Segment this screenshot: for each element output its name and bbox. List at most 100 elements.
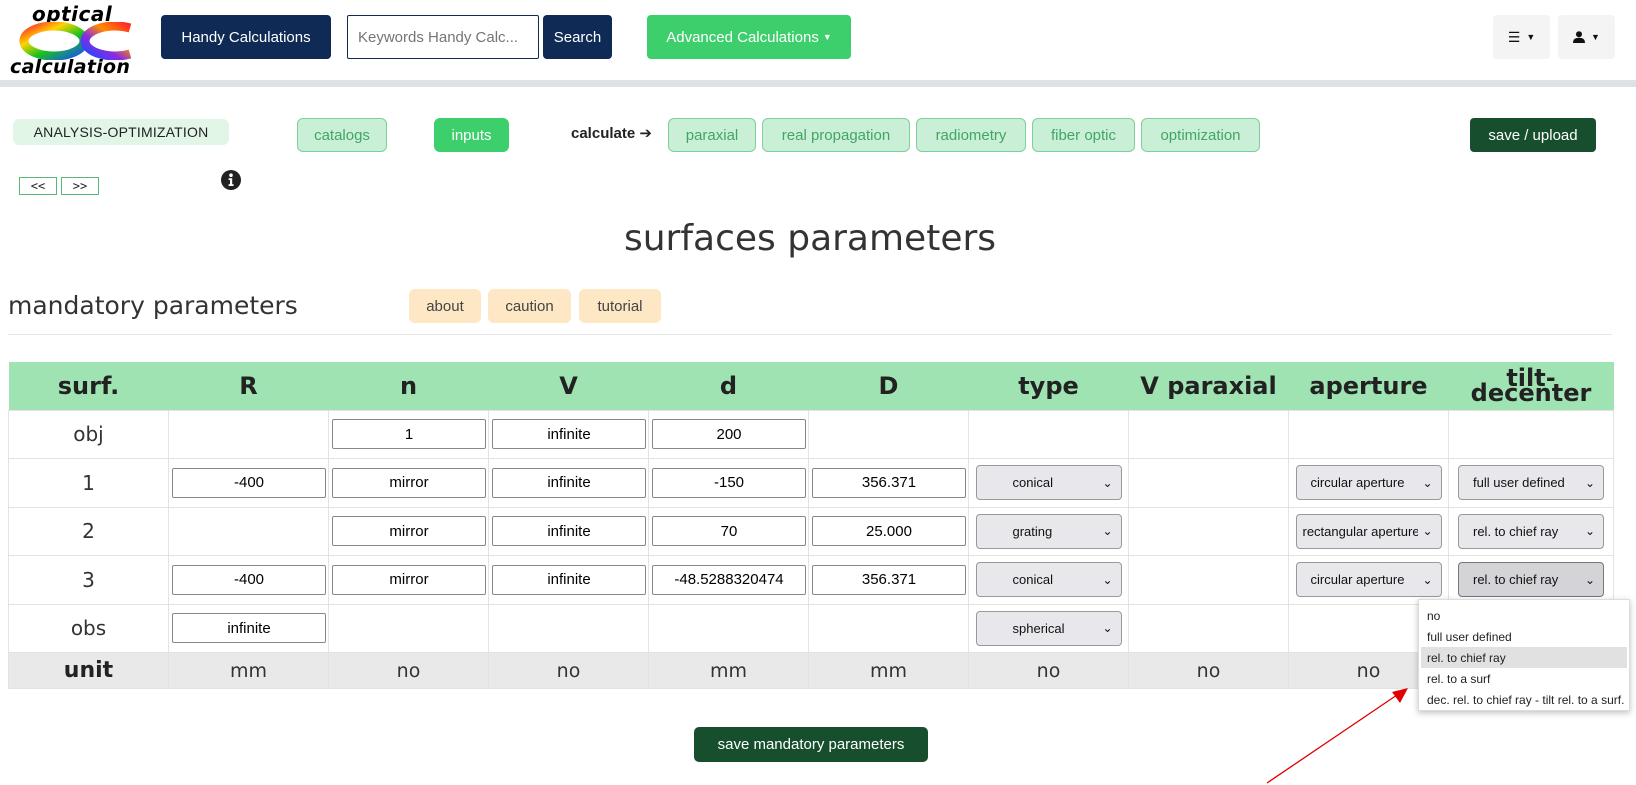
aperture-cell xyxy=(1288,409,1449,459)
table-row-unit: unit mm no no mm mm no no no xyxy=(8,652,1614,689)
dropdown-option-dec-rel-chief-tilt-rel-surf[interactable]: dec. rel. to chief ray - tilt rel. to a … xyxy=(1419,689,1629,710)
save-upload-button[interactable]: save / upload xyxy=(1470,118,1596,152)
tilt-cell xyxy=(1448,409,1614,459)
n-input[interactable] xyxy=(332,564,486,595)
d-cell xyxy=(648,603,809,653)
d-cell xyxy=(648,458,809,508)
n-cell xyxy=(328,458,489,508)
unit-diameter: mm xyxy=(808,652,969,689)
aperture-select[interactable]: circular aperture ⌄ xyxy=(1295,465,1442,501)
handy-calculations-button[interactable]: Handy Calculations xyxy=(161,15,331,59)
tilt-cell: rel. to chief ray ⌄ xyxy=(1448,555,1614,605)
diameter-cell xyxy=(808,409,969,459)
user-dropdown-button[interactable]: ▼ xyxy=(1558,15,1615,59)
fiber-optic-button[interactable]: fiber optic xyxy=(1032,118,1135,152)
r-input[interactable] xyxy=(172,564,326,595)
tilt-decenter-select-open[interactable]: rel. to chief ray ⌄ xyxy=(1458,562,1604,598)
n-input[interactable] xyxy=(332,419,486,450)
v-input[interactable] xyxy=(492,467,646,498)
tilt-decenter-select[interactable]: rel. to chief ray ⌄ xyxy=(1458,513,1604,549)
type-select-value: spherical xyxy=(1012,620,1065,636)
diameter-cell xyxy=(808,506,969,556)
diameter-input[interactable] xyxy=(812,516,966,547)
n-cell xyxy=(328,603,489,653)
type-select[interactable]: conical ⌄ xyxy=(975,562,1122,598)
info-icon[interactable] xyxy=(221,170,241,190)
optimization-button[interactable]: optimization xyxy=(1141,118,1260,152)
d-input[interactable] xyxy=(652,564,806,595)
search-button[interactable]: Search xyxy=(543,15,612,59)
menu-dropdown-button[interactable]: ☰ ▼ xyxy=(1493,15,1550,59)
d-cell xyxy=(648,409,809,459)
previous-page-button[interactable]: << xyxy=(19,177,57,195)
n-input[interactable] xyxy=(332,516,486,547)
d-input[interactable] xyxy=(652,516,806,547)
optical-calculation-logo[interactable]: optical calculation xyxy=(8,2,143,78)
surf-label: obj xyxy=(8,409,169,459)
header-d-large: D xyxy=(808,362,969,410)
inputs-button[interactable]: inputs xyxy=(434,118,509,152)
header-d-small: d xyxy=(648,362,809,410)
v-input[interactable] xyxy=(492,419,646,450)
v-cell xyxy=(488,409,649,459)
user-icon xyxy=(1573,31,1586,43)
type-select[interactable]: conical ⌄ xyxy=(975,465,1122,501)
caret-down-icon: ▼ xyxy=(822,32,832,42)
table-row-2: 2 grating⌄ rectangular aperture⌄ rel. to… xyxy=(8,506,1614,556)
diameter-cell xyxy=(808,458,969,508)
v-cell xyxy=(488,555,649,605)
type-cell xyxy=(968,409,1129,459)
v-paraxial-cell xyxy=(1128,555,1289,605)
type-cell: grating ⌄ xyxy=(968,506,1129,556)
bars-icon: ☰ xyxy=(1507,28,1521,45)
dropdown-option-full-user-defined[interactable]: full user defined xyxy=(1419,626,1629,647)
table-row-3: 3 conical ⌄ circular aperture ⌄ rel. to ch… xyxy=(8,555,1614,605)
diameter-input[interactable] xyxy=(812,564,966,595)
real-propagation-button[interactable]: real propagation xyxy=(762,118,910,152)
dropdown-option-rel-chief-ray[interactable]: rel. to chief ray xyxy=(1421,647,1627,668)
diameter-input[interactable] xyxy=(812,467,966,498)
type-select[interactable]: grating ⌄ xyxy=(975,513,1122,549)
v-input[interactable] xyxy=(492,564,646,595)
unit-label: unit xyxy=(8,652,169,689)
r-input[interactable] xyxy=(172,467,326,498)
aperture-cell: circular aperture ⌄ xyxy=(1288,555,1449,605)
caution-button[interactable]: caution xyxy=(488,289,571,323)
n-input[interactable] xyxy=(332,467,486,498)
v-paraxial-cell xyxy=(1128,409,1289,459)
v-paraxial-cell xyxy=(1128,458,1289,508)
type-cell: conical ⌄ xyxy=(968,458,1129,508)
unit-d: mm xyxy=(648,652,809,689)
search-input[interactable] xyxy=(347,15,539,59)
d-input[interactable] xyxy=(652,467,806,498)
section-title: mandatory parameters xyxy=(8,291,298,320)
tilt-cell: rel. to chief ray ⌄ xyxy=(1448,506,1614,556)
paraxial-button[interactable]: paraxial xyxy=(668,118,756,152)
d-input[interactable] xyxy=(652,419,806,450)
v-input[interactable] xyxy=(492,516,646,547)
about-button[interactable]: about xyxy=(409,289,481,323)
dropdown-option-rel-surf[interactable]: rel. to a surf xyxy=(1419,668,1629,689)
catalogs-button[interactable]: catalogs xyxy=(297,118,387,152)
type-select[interactable]: spherical ⌄ xyxy=(975,610,1122,646)
unit-r: mm xyxy=(168,652,329,689)
surfaces-parameters-table: surf. R n V d D type V paraxial aperture… xyxy=(8,362,1614,689)
aperture-select[interactable]: circular aperture ⌄ xyxy=(1295,562,1442,598)
v-paraxial-cell xyxy=(1128,506,1289,556)
header-surf: surf. xyxy=(8,362,169,410)
save-mandatory-parameters-button[interactable]: save mandatory parameters xyxy=(694,727,928,762)
next-page-button[interactable]: >> xyxy=(61,177,99,195)
dropdown-option-no[interactable]: no xyxy=(1419,605,1629,626)
tutorial-button[interactable]: tutorial xyxy=(579,289,661,323)
tilt-select-value: full user defined xyxy=(1473,475,1565,491)
r-input[interactable] xyxy=(172,613,326,644)
advanced-calculations-dropdown[interactable]: Advanced Calculations ▼ xyxy=(647,15,851,59)
header-tilt-decenter: tilt- decenter xyxy=(1448,362,1614,410)
radiometry-button[interactable]: radiometry xyxy=(916,118,1026,152)
surf-label: 3 xyxy=(8,555,169,605)
arrow-right-icon: ➔ xyxy=(639,125,652,142)
aperture-select[interactable]: rectangular aperture ⌄ xyxy=(1295,513,1442,549)
type-cell: spherical ⌄ xyxy=(968,603,1129,653)
tilt-decenter-select[interactable]: full user defined ⌄ xyxy=(1458,465,1604,501)
chevron-down-icon: ⌄ xyxy=(1422,572,1433,587)
